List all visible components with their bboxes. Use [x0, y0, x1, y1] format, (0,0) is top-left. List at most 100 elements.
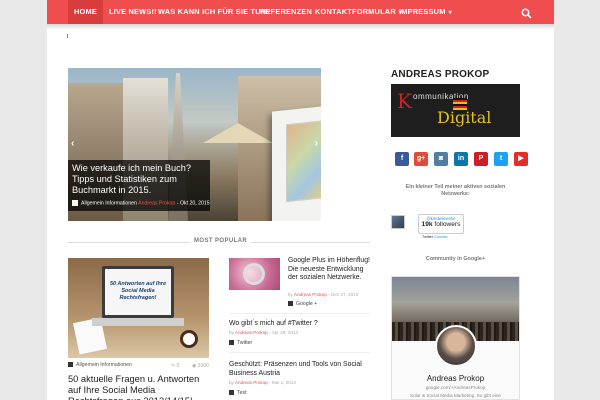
- twitter-count: 19k followers: [419, 221, 463, 228]
- facebook-icon[interactable]: f: [395, 152, 409, 166]
- chevron-right-icon[interactable]: ›: [315, 138, 318, 149]
- slider-meta: Allgemein Informationen Andreas Prokop -…: [68, 198, 210, 211]
- twitter-counter-credit[interactable]: Twitter Counter: [422, 235, 448, 239]
- comment-count: ✎ 0: [171, 363, 179, 369]
- slider-caption[interactable]: Wie verkaufe ich mein Buch? Tipps und St…: [68, 160, 210, 198]
- list-post-title[interactable]: Google Plus im Höhenflug! Die neueste En…: [288, 257, 372, 283]
- credit-counter: Counter: [434, 235, 448, 239]
- list-post-title[interactable]: Wo gibt´s mich auf #Twitter ?: [229, 320, 370, 329]
- meta-by: by: [229, 380, 234, 385]
- youtube-icon[interactable]: ▶: [514, 152, 528, 166]
- search-icon[interactable]: [521, 6, 532, 19]
- nav-item-label: KONTAKTFORMULAR: [315, 7, 396, 16]
- meta-by: by: [229, 330, 234, 335]
- category-icon: [72, 200, 78, 206]
- nav-item-impressum[interactable]: IMPRESSUM ▾: [399, 0, 452, 24]
- category-icon: [288, 301, 293, 307]
- category-icon: [68, 362, 73, 368]
- category-label: Twitter: [237, 340, 253, 346]
- nav-item-label: REFERENZEN: [260, 7, 313, 16]
- featured-post-title[interactable]: 50 aktuelle Fragen u. Antworten auf Ihre…: [68, 374, 213, 400]
- list-post-category[interactable]: Google +: [288, 301, 317, 307]
- avatar: [435, 325, 477, 367]
- avatar: [391, 215, 405, 229]
- social-glyph: P: [478, 155, 484, 162]
- chevron-left-icon[interactable]: ‹: [71, 138, 74, 149]
- logo-word-digital: igital: [449, 108, 492, 127]
- social-glyph: in: [457, 155, 465, 162]
- networks-caption: Ein kleiner Teil meiner aktiven sozialen…: [405, 184, 506, 197]
- thumb-coffee-cup: [180, 330, 198, 348]
- list-divider: [229, 352, 370, 353]
- nav-item-label: HOME: [74, 7, 97, 16]
- nav-item-label: LIVE NEWS!!: [109, 7, 157, 16]
- list-post-category[interactable]: Test: [229, 390, 247, 396]
- featured-post-thumbnail[interactable]: 50 Antworten auf Ihre Social Media Recht…: [68, 258, 209, 358]
- list-post-meta: by Andreas Prokop - Mai 1, 2014: [229, 380, 296, 385]
- slider-author[interactable]: Andreas Prokop: [138, 200, 175, 206]
- list-post-author[interactable]: Andreas Prokop: [294, 292, 327, 297]
- list-post-date: Mai 1, 2014: [271, 380, 296, 385]
- gplus-tagline: Solar & Social Media Marketing. So gibt …: [410, 393, 501, 398]
- nav-item-label: IMPRESSUM: [399, 7, 446, 16]
- nav-item-live-news[interactable]: LIVE NEWS!!: [109, 0, 157, 24]
- category-label: Allgemein Informationen: [76, 362, 132, 368]
- comment-count-value: 0: [176, 363, 180, 369]
- list-post-author[interactable]: Andreas Prokop: [235, 330, 268, 335]
- chevron-down-icon: ▾: [448, 10, 452, 16]
- featured-post-category[interactable]: Allgemein Informationen: [68, 362, 132, 368]
- list-post-date: Dez 27, 2013: [330, 292, 359, 297]
- nav-item-label: WAS KANN ICH FÜR SIE TUN?: [158, 7, 271, 16]
- list-post-author[interactable]: Andreas Prokop: [235, 380, 268, 385]
- list-post-category[interactable]: Twitter: [229, 340, 252, 346]
- twitter-counter-widget[interactable]: @kmdwevetme 19k followers Twitter Counte…: [391, 214, 471, 242]
- twitter-icon[interactable]: t: [494, 152, 508, 166]
- follower-count: 19k: [421, 221, 433, 228]
- view-count: ◉ 2300: [192, 363, 209, 369]
- list-post-title[interactable]: Geschützt: Präsenzen und Tools von Socia…: [229, 361, 370, 378]
- nav-item-home[interactable]: HOME: [68, 0, 103, 24]
- list-post-thumbnail[interactable]: [229, 258, 280, 290]
- category-icon: [229, 390, 234, 396]
- nav-item-kontaktformular[interactable]: KONTAKTFORMULAR ▾: [315, 0, 402, 24]
- category-label: Google +: [296, 301, 318, 307]
- nav-item-referenzen[interactable]: REFERENZEN: [260, 0, 312, 24]
- kommunikation-digital-logo[interactable]: K ommunikation Digital: [391, 84, 520, 137]
- social-glyph: f: [400, 155, 404, 162]
- twitter-follower-badge[interactable]: @kmdwevetme 19k followers: [418, 214, 464, 234]
- meta-by: by: [288, 292, 293, 297]
- pinterest-icon[interactable]: P: [474, 152, 488, 166]
- instagram-icon[interactable]: ◙: [434, 152, 448, 166]
- thumb-laptop-base: [92, 318, 184, 326]
- list-post-meta: by Andreas Prokop - Dez 27, 2013: [288, 292, 359, 297]
- thumb-lens: [243, 263, 265, 285]
- gplus-name[interactable]: Andreas Prokop: [392, 374, 519, 383]
- nav-item-services[interactable]: WAS KANN ICH FÜR SIE TUN?: [158, 0, 271, 24]
- googleplus-profile-card[interactable]: Andreas Prokop google.com/+AndreasProkop…: [391, 276, 520, 400]
- slider-category[interactable]: Allgemein Informationen: [81, 200, 137, 206]
- top-navigation: HOME LIVE NEWS!! WAS KANN ICH FÜR SIE TU…: [47, 0, 554, 24]
- social-glyph: ◙: [438, 155, 444, 162]
- slider-image-book: [272, 104, 321, 221]
- googleplus-icon[interactable]: g+: [414, 152, 428, 166]
- linkedin-icon[interactable]: in: [454, 152, 468, 166]
- featured-slider[interactable]: Wie verkaufe ich mein Buch? Tipps und St…: [68, 68, 321, 221]
- list-divider: [229, 313, 370, 314]
- category-label: Test: [237, 390, 247, 396]
- list-post-date: Apr 28, 2013: [271, 330, 298, 335]
- logo-letter-k: K: [397, 89, 412, 113]
- follower-label: followers: [434, 221, 461, 228]
- logo-letter-d: D: [437, 108, 450, 127]
- breadcrumb-marker: [67, 34, 68, 38]
- credit-twitter: Twitter: [422, 235, 434, 239]
- gplus-caption: Community in Google+: [425, 256, 486, 262]
- eye-icon: ◉: [192, 363, 197, 369]
- gplus-url[interactable]: google.com/+AndreasProkop: [392, 385, 519, 390]
- logo-word-bottom: Digital: [437, 108, 491, 127]
- view-count-value: 2300: [197, 363, 209, 369]
- list-post-meta: by Andreas Prokop - Apr 28, 2013: [229, 330, 298, 335]
- slider-title[interactable]: Wie verkaufe ich mein Buch? Tipps und St…: [72, 163, 206, 196]
- sidebar-title: ANDREAS PROKOP: [391, 69, 490, 80]
- book-cover: [286, 119, 321, 203]
- social-glyph: t: [499, 155, 503, 162]
